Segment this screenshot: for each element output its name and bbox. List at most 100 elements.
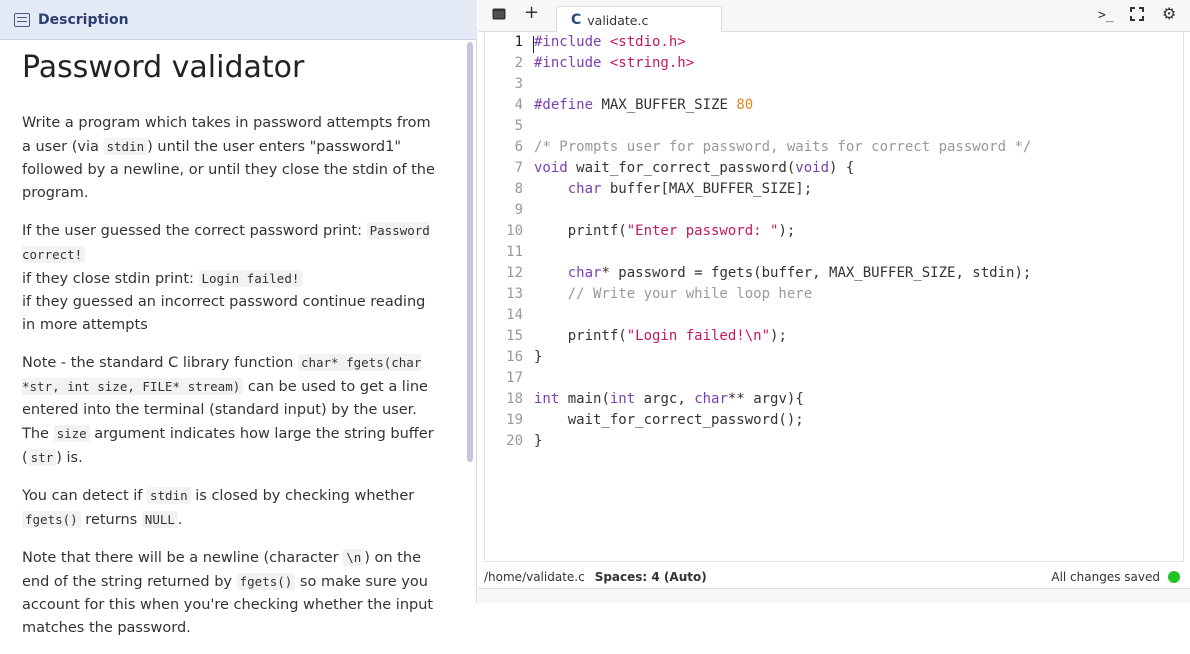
text-cursor	[533, 36, 534, 53]
text: .	[177, 512, 183, 528]
tab-filename: validate.c	[587, 12, 649, 28]
line-number: 13	[506, 286, 523, 302]
code-line[interactable]: 19 wait_for_correct_password();	[485, 410, 1185, 431]
code-text[interactable]: #include <string.h>	[534, 53, 694, 74]
code-line[interactable]: 16}	[485, 347, 1185, 368]
code-text[interactable]: char buffer[MAX_BUFFER_SIZE];	[534, 179, 812, 200]
code-line[interactable]: 10 printf("Enter password: ");	[485, 221, 1185, 242]
line-number: 15	[506, 328, 523, 344]
code-line[interactable]: 20}	[485, 431, 1185, 452]
plus-icon[interactable]: +	[524, 4, 539, 22]
text: if they guessed an incorrect password co…	[22, 294, 426, 333]
code-text[interactable]: }	[534, 347, 542, 368]
code-text[interactable]: void wait_for_correct_password(void) {	[534, 158, 854, 179]
inline-code: \n	[343, 549, 365, 566]
code-text[interactable]: int main(int argc, char** argv){	[534, 389, 804, 410]
status-saved-text: All changes saved	[1051, 570, 1160, 584]
line-number: 3	[514, 76, 523, 92]
text: ) is.	[56, 450, 83, 466]
line-number: 8	[514, 181, 523, 197]
bottom-panel-strip	[478, 588, 1190, 603]
status-file-path: /home/validate.c	[484, 570, 585, 584]
code-line[interactable]: 6 /* Prompts user for password, waits for…	[485, 137, 1185, 158]
editor-toolbar: + C validate.c >_ ⚙	[478, 0, 1190, 33]
description-icon	[14, 12, 30, 27]
code-text[interactable]: #define MAX_BUFFER_SIZE 80	[534, 95, 753, 116]
console-icon[interactable]: >_	[1098, 8, 1114, 24]
code-text[interactable]: // Write your while loop here	[534, 284, 812, 305]
paragraph-fgets-note: Note - the standard C library function c…	[22, 351, 442, 470]
text: Note that there will be a newline (chara…	[22, 550, 344, 566]
code-text[interactable]: /* Prompts user for password, waits for …	[534, 137, 1031, 158]
text: if they close stdin print:	[22, 271, 199, 287]
line-number: 6	[514, 139, 523, 155]
text: If the user guessed the correct password…	[22, 223, 367, 239]
code-text[interactable]: printf("Login failed!\n");	[534, 326, 787, 347]
description-tab-label: Description	[38, 11, 129, 28]
code-text[interactable]: }	[534, 431, 542, 452]
inline-code: fgets()	[236, 573, 296, 590]
code-text[interactable]: printf("Enter password: ");	[534, 221, 796, 242]
description-tab[interactable]: Description	[0, 0, 477, 40]
code-line[interactable]: 8 char buffer[MAX_BUFFER_SIZE];	[485, 179, 1185, 200]
code-text[interactable]: char* password = fgets(buffer, MAX_BUFFE…	[534, 263, 1032, 284]
code-text[interactable]: wait_for_correct_password();	[534, 410, 804, 431]
code-line[interactable]: 12 char* password = fgets(buffer, MAX_BU…	[485, 263, 1185, 284]
code-line[interactable]: 13 // Write your while loop here	[485, 284, 1185, 305]
line-number: 12	[506, 265, 523, 281]
inline-code: str	[27, 449, 57, 466]
code-line[interactable]: 9	[485, 200, 1185, 221]
line-number: 20	[506, 433, 523, 449]
c-language-icon: C	[571, 12, 582, 28]
line-number: 17	[506, 370, 523, 386]
fullscreen-icon[interactable]	[1130, 7, 1144, 24]
description-panel: Description Password validator Write a p…	[0, 0, 477, 636]
line-number: 7	[514, 160, 523, 176]
code-line[interactable]: 5	[485, 116, 1185, 137]
paragraph-newline-note: Note that there will be a newline (chara…	[22, 546, 442, 640]
inline-code: size	[53, 425, 90, 442]
inline-code: stdin	[147, 487, 191, 504]
code-line[interactable]: 3	[485, 74, 1185, 95]
text: returns	[80, 512, 142, 528]
code-line[interactable]: 7 void wait_for_correct_password(void) {	[485, 158, 1185, 179]
code-editor[interactable]: 1 #include <stdio.h> 2 #include <string.h> 3…	[484, 32, 1184, 562]
text: is closed by checking whether	[190, 488, 415, 504]
line-number: 9	[514, 202, 523, 218]
code-line[interactable]: 17	[485, 368, 1185, 389]
code-line[interactable]: 14	[485, 305, 1185, 326]
paragraph-outputs: If the user guessed the correct password…	[22, 219, 442, 337]
inline-code: Login failed!	[198, 270, 303, 287]
line-number: 14	[506, 307, 523, 323]
paragraph-stdin-detect: You can detect if stdin is closed by che…	[22, 484, 442, 532]
line-number: 4	[514, 97, 523, 113]
line-number: 1	[514, 34, 523, 50]
line-number: 11	[506, 244, 523, 260]
text: Note - the standard C library function	[22, 355, 298, 371]
line-number: 2	[514, 55, 523, 71]
line-number: 18	[506, 391, 523, 407]
inline-code: NULL	[141, 511, 178, 528]
inline-code: fgets()	[22, 511, 81, 528]
code-line[interactable]: 11	[485, 242, 1185, 263]
code-text[interactable]: #include <stdio.h>	[534, 32, 686, 53]
inline-code: stdin	[103, 138, 148, 155]
code-line[interactable]: 15 printf("Login failed!\n");	[485, 326, 1185, 347]
saved-status-dot-icon	[1168, 571, 1180, 583]
text: You can detect if	[22, 488, 147, 504]
paragraph-intro: Write a program which takes in password …	[22, 112, 442, 205]
line-number: 16	[506, 349, 523, 365]
page-title: Password validator	[22, 50, 305, 85]
status-indentation[interactable]: Spaces: 4 (Auto)	[595, 570, 707, 584]
tab-validate-c[interactable]: C validate.c	[556, 6, 722, 33]
line-number: 10	[506, 223, 523, 239]
code-line[interactable]: 4 #define MAX_BUFFER_SIZE 80	[485, 95, 1185, 116]
code-line[interactable]: 2 #include <string.h>	[485, 53, 1185, 74]
line-number: 19	[506, 412, 523, 428]
code-line[interactable]: 18 int main(int argc, char** argv){	[485, 389, 1185, 410]
status-bar: /home/validate.c Spaces: 4 (Auto) All ch…	[478, 566, 1190, 588]
code-line[interactable]: 1 #include <stdio.h>	[485, 32, 1185, 53]
terminal-panel-icon[interactable]	[492, 7, 506, 23]
description-scrollbar[interactable]	[467, 42, 473, 462]
gear-icon[interactable]: ⚙	[1162, 6, 1176, 22]
